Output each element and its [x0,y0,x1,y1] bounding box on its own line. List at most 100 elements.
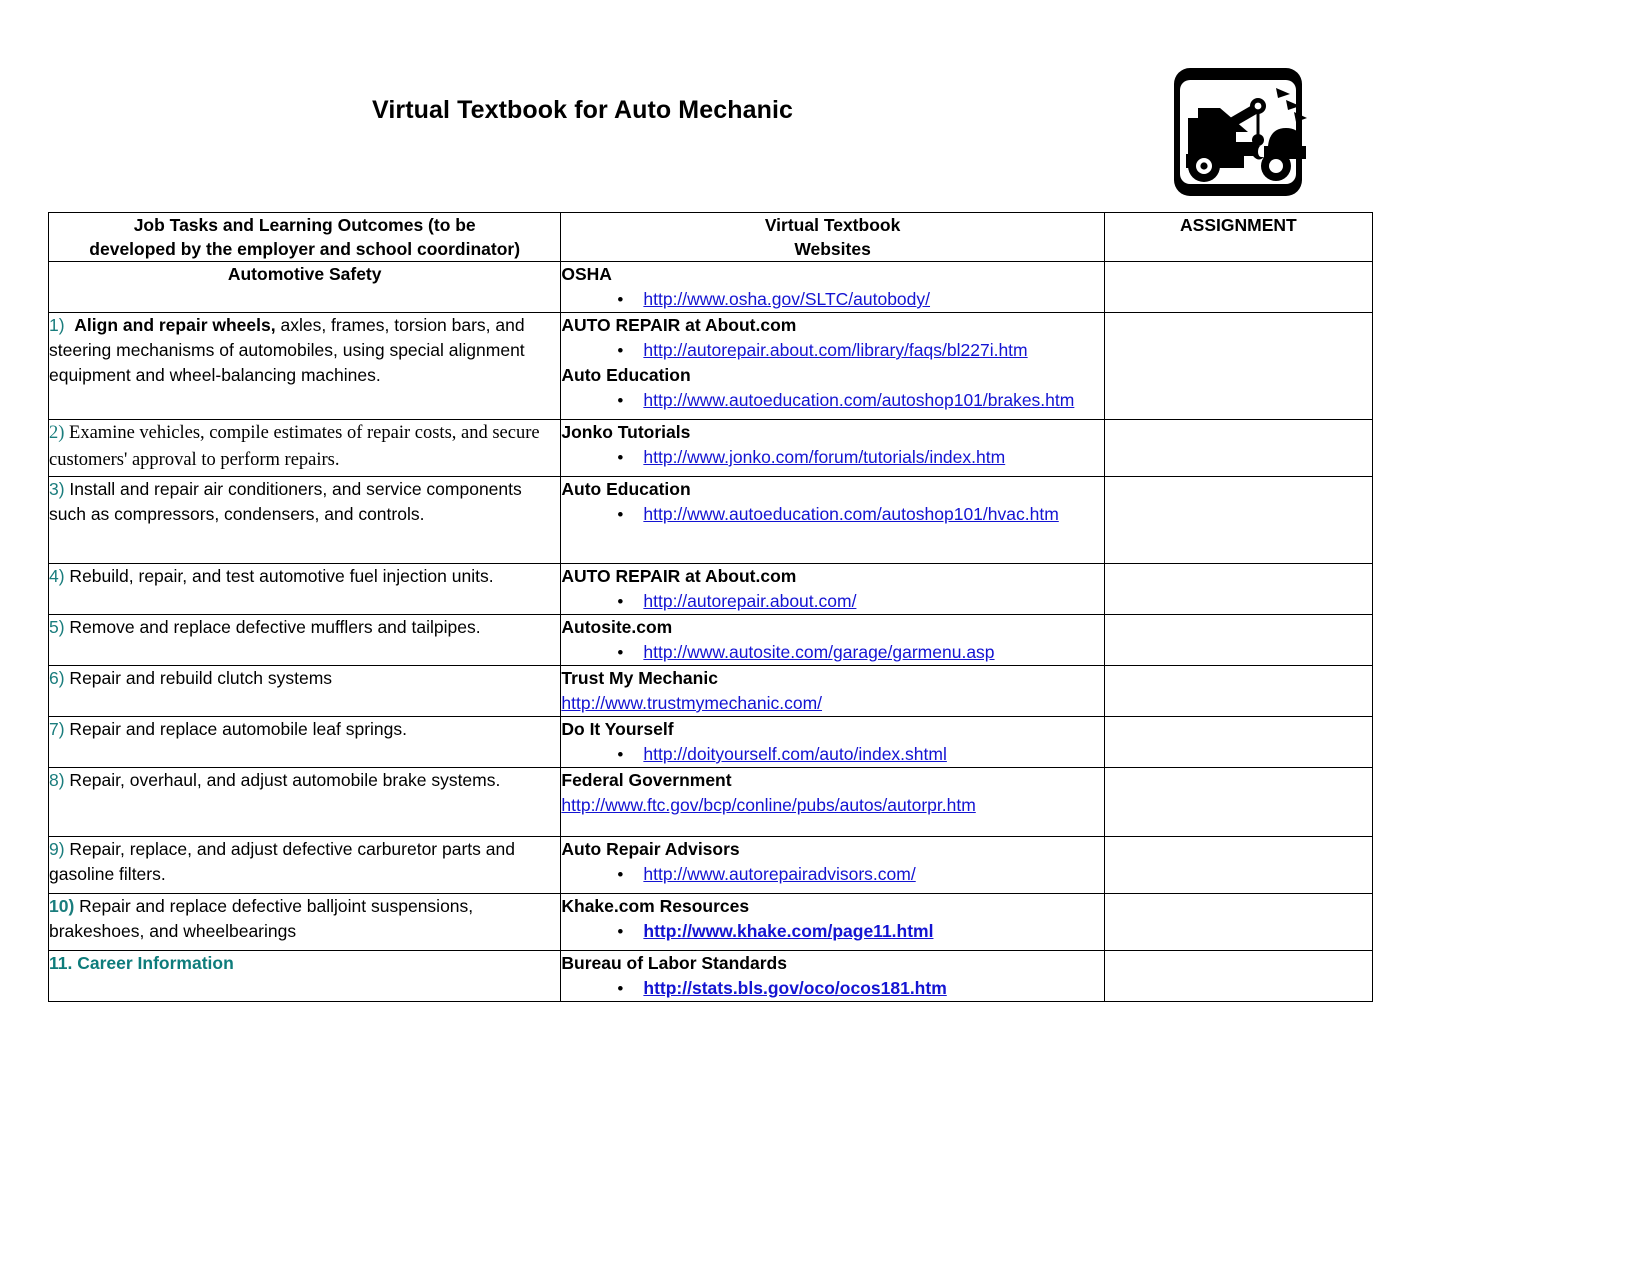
assignment-cell[interactable] [1103,665,1374,717]
table-header-row: Job Tasks and Learning Outcomes (to be d… [47,212,1374,262]
task-text: Examine vehicles, compile estimates of r… [49,423,540,470]
assignment-cell[interactable] [1103,614,1374,666]
document-page: Virtual Textbook for Auto Mechanic Job T… [0,0,1650,1275]
task-text: Repair and replace defective balljoint s… [49,896,474,941]
website-link[interactable]: http://www.autoeducation.com/autoshop101… [643,390,1074,410]
site-name: Trust My Mechanic [561,668,718,688]
websites-cell: Khake.com Resources http://www.khake.com… [560,893,1105,951]
assignment-cell[interactable] [1103,419,1374,477]
table-row: Automotive Safety OSHA http://www.osha.g… [47,261,1374,313]
assignment-cell[interactable] [1103,476,1374,564]
column-header-job-tasks: Job Tasks and Learning Outcomes (to be d… [47,212,562,262]
list-item: http://www.khake.com/page11.html [561,919,1103,944]
website-link[interactable]: http://autorepair.about.com/library/faqs… [643,340,1027,360]
table-row: 6) Repair and rebuild clutch systems Tru… [47,665,1374,717]
website-link[interactable]: http://www.osha.gov/SLTC/autobody/ [643,289,930,309]
task-cell: 3) Install and repair air conditioners, … [47,476,562,564]
website-link[interactable]: http://www.jonko.com/forum/tutorials/ind… [643,447,1005,467]
task-number: 8) [49,770,65,790]
list-item: http://autorepair.about.com/library/faqs… [561,338,1103,363]
table-row: 8) Repair, overhaul, and adjust automobi… [47,767,1374,837]
list-item: http://www.autorepairadvisors.com/ [561,862,1103,887]
task-text: Repair, overhaul, and adjust automobile … [64,770,501,790]
link-list: http://autorepair.about.com/library/faqs… [561,338,1103,363]
websites-cell: Trust My Mechanic http://www.trustmymech… [560,665,1105,717]
task-number: 10) [49,896,75,916]
task-cell: Automotive Safety [47,261,562,313]
link-list: http://autorepair.about.com/ [561,589,1103,614]
site-name: Do It Yourself [561,719,674,739]
website-link[interactable]: http://www.ftc.gov/bcp/conline/pubs/auto… [561,793,1103,818]
task-text: Automotive Safety [227,264,382,284]
website-link[interactable]: http://www.trustmymechanic.com/ [561,691,1103,716]
assignment-cell[interactable] [1103,716,1374,768]
task-cell: 7) Repair and replace automobile leaf sp… [47,716,562,768]
assignment-cell[interactable] [1103,312,1374,420]
table-row: 2) Examine vehicles, compile estimates o… [47,419,1374,477]
websites-cell: AUTO REPAIR at About.com http://autorepa… [560,563,1105,615]
virtual-textbook-table: Job Tasks and Learning Outcomes (to be d… [47,212,1374,1002]
websites-cell: OSHA http://www.osha.gov/SLTC/autobody/ [560,261,1105,313]
table-row: 4) Rebuild, repair, and test automotive … [47,563,1374,615]
website-link[interactable]: http://autorepair.about.com/ [643,591,856,611]
assignment-cell[interactable] [1103,836,1374,894]
site-name: Jonko Tutorials [561,422,691,442]
websites-cell: Bureau of Labor Standards http://stats.b… [560,950,1105,1002]
link-list: http://doityourself.com/auto/index.shtml [561,742,1103,767]
tow-truck-icon [1168,62,1308,202]
task-text: Repair, replace, and adjust defective ca… [49,839,515,884]
list-item: http://www.autoeducation.com/autoshop101… [561,502,1103,527]
task-cell: 8) Repair, overhaul, and adjust automobi… [47,767,562,837]
task-cell: 5) Remove and replace defective mufflers… [47,614,562,666]
websites-cell: Jonko Tutorials http://www.jonko.com/for… [560,419,1105,477]
task-cell: 1) Align and repair wheels, axles, frame… [47,312,562,420]
assignment-cell[interactable] [1103,563,1374,615]
assignment-cell[interactable] [1103,261,1374,313]
task-number: 7) [49,719,65,739]
website-link[interactable]: http://www.autoeducation.com/autoshop101… [643,504,1058,524]
table-row: 7) Repair and replace automobile leaf sp… [47,716,1374,768]
site-name: AUTO REPAIR at About.com [561,315,797,335]
list-item: http://www.autoeducation.com/autoshop101… [561,388,1103,413]
site-name: Federal Government [561,770,732,790]
websites-cell: Do It Yourself http://doityourself.com/a… [560,716,1105,768]
list-item: http://doityourself.com/auto/index.shtml [561,742,1103,767]
task-text: Repair and rebuild clutch systems [64,668,333,688]
task-text: Career Information [72,953,234,973]
page-title: Virtual Textbook for Auto Mechanic [372,96,794,124]
column-header-assignment: ASSIGNMENT [1103,212,1374,262]
task-cell: 2) Examine vehicles, compile estimates o… [47,419,562,477]
website-link[interactable]: http://doityourself.com/auto/index.shtml [643,744,946,764]
site-name: Bureau of Labor Standards [561,953,787,973]
list-item: http://stats.bls.gov/oco/ocos181.htm [561,976,1103,1001]
website-link[interactable]: http://www.autosite.com/garage/garmenu.a… [643,642,994,662]
websites-cell: AUTO REPAIR at About.com http://autorepa… [560,312,1105,420]
website-link[interactable]: http://www.khake.com/page11.html [643,921,933,941]
task-text: Remove and replace defective mufflers an… [64,617,481,637]
assignment-cell[interactable] [1103,767,1374,837]
website-link[interactable]: http://stats.bls.gov/oco/ocos181.htm [643,978,946,998]
table-row: 3) Install and repair air conditioners, … [47,476,1374,564]
websites-cell: Auto Repair Advisors http://www.autorepa… [560,836,1105,894]
table-row: 5) Remove and replace defective mufflers… [47,614,1374,666]
task-cell: 6) Repair and rebuild clutch systems [47,665,562,717]
site-name: Autosite.com [561,617,673,637]
assignment-cell[interactable] [1103,893,1374,951]
link-list: http://stats.bls.gov/oco/ocos181.htm [561,976,1103,1001]
task-text: Install and repair air conditioners, and… [49,479,522,524]
job-tasks-header-line1: Job Tasks and Learning Outcomes (to be [133,215,476,235]
site-name: OSHA [561,264,612,284]
assignment-cell[interactable] [1103,950,1374,1002]
task-number: 6) [49,668,65,688]
link-list: http://www.jonko.com/forum/tutorials/ind… [561,445,1103,470]
website-link[interactable]: http://www.autorepairadvisors.com/ [643,864,915,884]
link-list: http://www.khake.com/page11.html [561,919,1103,944]
link-list: http://www.autosite.com/garage/garmenu.a… [561,640,1103,665]
task-text: Repair and replace automobile leaf sprin… [64,719,407,739]
table-row: 9) Repair, replace, and adjust defective… [47,836,1374,894]
list-item: http://www.osha.gov/SLTC/autobody/ [561,287,1103,312]
virtual-textbook-header-line2: Websites [794,239,871,259]
task-cell: 4) Rebuild, repair, and test automotive … [47,563,562,615]
site-name-secondary: Auto Education [561,365,691,385]
task-number: 3) [49,479,65,499]
